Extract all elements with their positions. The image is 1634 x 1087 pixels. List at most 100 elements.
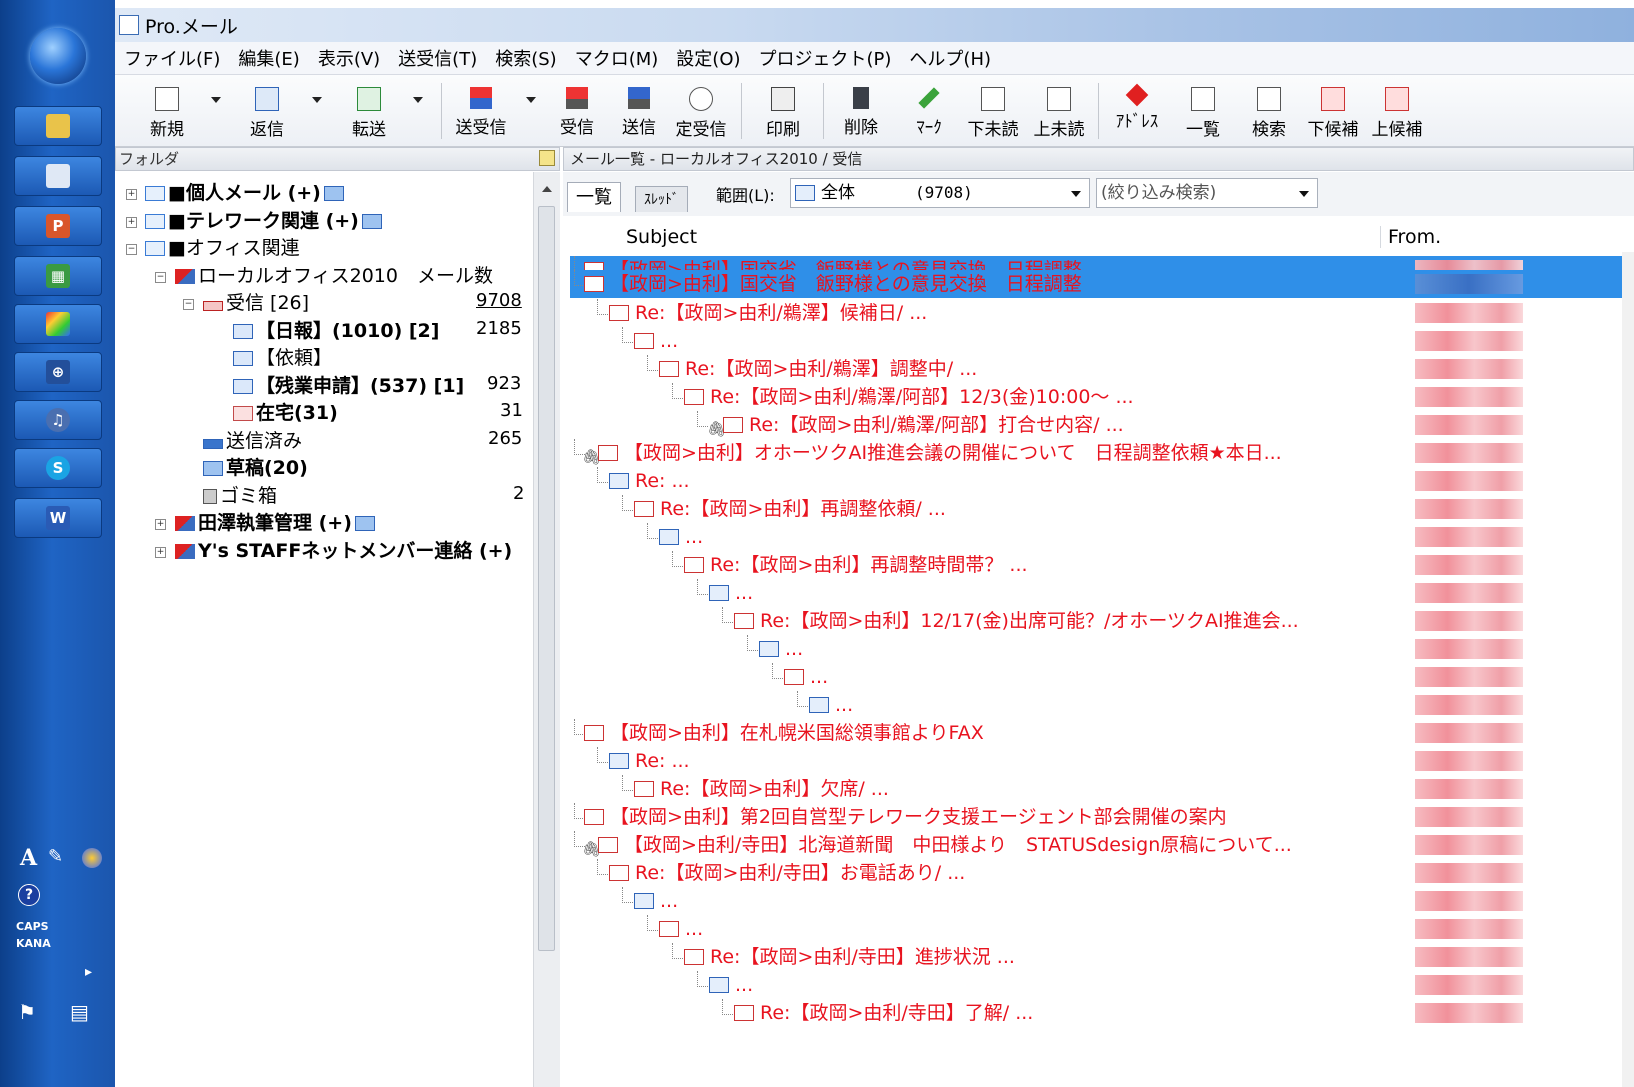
start-orb-icon[interactable] xyxy=(30,28,86,84)
mail-row[interactable]: ... xyxy=(570,327,1634,355)
mail-row[interactable]: 🖇 【政岡>由利】オホーツクAI推進会議の開催について 日程調整依頼★本日... xyxy=(570,439,1634,467)
address-button[interactable]: ｱﾄﾞﾚｽ xyxy=(1107,83,1167,132)
launcher-word-button[interactable]: W xyxy=(14,498,102,538)
mail-row[interactable]: Re:【政岡>由利/鵜澤/阿部】12/3(金)10:00～ ... xyxy=(570,383,1634,411)
mail-row[interactable]: Re:【政岡>由利】再調整時間帯？ ... xyxy=(570,551,1634,579)
next-unread-button[interactable]: 下未読 xyxy=(963,83,1023,140)
list-button[interactable]: 一覧 xyxy=(1173,83,1233,140)
pin-icon[interactable] xyxy=(539,150,555,166)
flag-icon[interactable]: ⚑ xyxy=(18,1000,36,1024)
folder-scrollbar[interactable] xyxy=(533,172,560,1087)
mail-row[interactable]: Re:【政岡>由利/寺田】了解/ ... xyxy=(570,999,1634,1027)
tab-thread[interactable]: ｽﾚｯﾄﾞ xyxy=(635,186,688,212)
prev-unread-button[interactable]: 上未読 xyxy=(1029,83,1089,140)
forward-button[interactable]: 転送 xyxy=(339,83,399,140)
folder-remote[interactable]: 在宅(31) xyxy=(233,400,338,426)
mail-row[interactable]: 【政岡>由利】第2回自営型テレワーク支援エージェント部会開催の案内 xyxy=(570,803,1634,831)
sendrecv-button[interactable]: 送受信 xyxy=(451,83,511,138)
menu-help[interactable]: ヘルプ(H) xyxy=(900,45,1000,71)
app-icon[interactable] xyxy=(119,15,139,35)
send-button[interactable]: 送信 xyxy=(609,83,669,138)
mail-row[interactable]: Re:【政岡>由利】欠席/ ... xyxy=(570,775,1634,803)
range-select[interactable]: 全体 (9708) xyxy=(790,178,1090,208)
mail-row[interactable]: 【政岡>由利】国交省 飯野様との意見交換 日程調整 xyxy=(570,270,1634,298)
mail-row[interactable]: 🖇 【政岡>由利/寺田】北海道新聞 中田様より STATUSdesign原稿につい… xyxy=(570,831,1634,859)
menu-settings[interactable]: 設定(O) xyxy=(667,45,749,71)
folder-ys-staff[interactable]: Y's STAFFネットメンバー連絡 (+) xyxy=(175,538,512,564)
mail-list-scrollbar[interactable] xyxy=(1622,252,1634,1087)
folder-personal-mail[interactable]: ■個人メール (+) xyxy=(145,180,347,206)
folder-local-office-2010[interactable]: ローカルオフィス2010 メール数 xyxy=(175,263,493,289)
ime-icon[interactable] xyxy=(82,848,102,868)
mail-row[interactable]: ... xyxy=(570,971,1634,999)
scroll-up-arrow-icon[interactable] xyxy=(542,186,552,192)
collapse-toggle[interactable]: − xyxy=(155,272,166,283)
font-icon[interactable]: A xyxy=(20,845,37,871)
folder-sent[interactable]: 送信済み xyxy=(203,428,302,454)
filter-search-select[interactable]: (絞り込み検索) xyxy=(1096,178,1318,208)
menu-sendrecv[interactable]: 送受信(T) xyxy=(389,45,486,71)
collapse-toggle[interactable]: − xyxy=(183,299,194,310)
expand-toggle[interactable]: + xyxy=(155,547,166,558)
menu-project[interactable]: プロジェクト(P) xyxy=(750,45,901,71)
launcher-skype-button[interactable]: S xyxy=(14,448,102,488)
folder-overtime-request[interactable]: 【残業申請】(537) [1] xyxy=(233,373,464,399)
column-from[interactable]: From. xyxy=(1388,222,1441,252)
folder-inbox[interactable]: 受信 [26] xyxy=(203,290,309,316)
prev-candidate-button[interactable]: 上候補 xyxy=(1367,83,1427,140)
help-icon[interactable]: ? xyxy=(18,884,40,906)
folder-office[interactable]: ■オフィス関連 xyxy=(145,235,300,261)
mail-row[interactable]: Re:【政岡>由利/鵜澤】調整中/ ... xyxy=(570,355,1634,383)
receive-button[interactable]: 受信 xyxy=(547,83,607,138)
mail-row[interactable]: ... xyxy=(570,579,1634,607)
folder-request[interactable]: 【依頼】 xyxy=(233,345,332,371)
delete-button[interactable]: 削除 xyxy=(831,83,891,138)
mail-row[interactable]: Re:【政岡>由利/鵜澤】候補日/ ... xyxy=(570,299,1634,327)
launcher-explorer-button[interactable] xyxy=(14,106,102,146)
sendrecv-dropdown-arrow[interactable] xyxy=(526,97,536,103)
tab-list[interactable]: 一覧 xyxy=(567,182,621,212)
scheduled-receive-button[interactable]: 定受信 xyxy=(671,83,731,140)
menu-search[interactable]: 検索(S) xyxy=(486,45,565,71)
folder-tazawa-writing[interactable]: 田澤執筆管理 (+) xyxy=(175,510,378,536)
mail-row[interactable]: ... xyxy=(570,663,1634,691)
folder-trash[interactable]: ゴミ箱 xyxy=(203,483,277,509)
new-dropdown-arrow[interactable] xyxy=(211,97,221,103)
launcher-powerpoint-button[interactable]: P xyxy=(14,206,102,246)
launcher-calc-button[interactable]: ▦ xyxy=(14,256,102,296)
menu-file[interactable]: ファイル(F) xyxy=(115,45,229,71)
mark-button[interactable]: ﾏｰｸ xyxy=(899,83,959,138)
menu-macro[interactable]: マクロ(M) xyxy=(566,45,668,71)
mail-row[interactable]: Re: ... xyxy=(570,747,1634,775)
folder-telework[interactable]: ■テレワーク関連 (+) xyxy=(145,208,385,234)
mail-row[interactable]: Re:【政岡>由利】12/17(金)出席可能？/オホーツクAI推進会... xyxy=(570,607,1634,635)
expand-toggle[interactable]: + xyxy=(126,217,137,228)
mail-row[interactable]: Re:【政岡>由利】再調整依頼/ ... xyxy=(570,495,1634,523)
launcher-paint-button[interactable] xyxy=(14,304,102,344)
mail-row[interactable]: Re:【政岡>由利/寺田】お電話あり/ ... xyxy=(570,859,1634,887)
mail-row[interactable]: 🖇 Re:【政岡>由利/鵜澤/阿部】打合せ内容/ ... xyxy=(570,411,1634,439)
launcher-music-button[interactable]: ♫ xyxy=(14,400,102,440)
wrench-icon[interactable]: ✎ xyxy=(48,846,63,867)
reply-button[interactable]: 返信 xyxy=(237,83,297,140)
menu-view[interactable]: 表示(V) xyxy=(309,45,389,71)
mail-row[interactable]: Re: ... xyxy=(570,467,1634,495)
menu-edit[interactable]: 編集(E) xyxy=(229,45,308,71)
mail-row[interactable]: 【政岡>由利】国交省 飯野様との意見交換 日程調整 xyxy=(570,256,1634,270)
mail-row[interactable]: ... xyxy=(570,523,1634,551)
new-button[interactable]: 新規 xyxy=(137,83,197,140)
expand-arrow-icon[interactable]: ▸ xyxy=(85,964,92,980)
mail-row[interactable]: ... xyxy=(570,915,1634,943)
forward-dropdown-arrow[interactable] xyxy=(413,97,423,103)
mail-row[interactable]: ... xyxy=(570,691,1634,719)
collapse-toggle[interactable]: − xyxy=(126,244,137,255)
clipboard-icon[interactable]: ▤ xyxy=(70,1000,89,1024)
mail-row[interactable]: ... xyxy=(570,887,1634,915)
launcher-web-button[interactable]: ⊕ xyxy=(14,352,102,392)
next-candidate-button[interactable]: 下候補 xyxy=(1303,83,1363,140)
search-button[interactable]: 検索 xyxy=(1239,83,1299,140)
scroll-thumb[interactable] xyxy=(538,206,555,951)
mail-row[interactable]: 【政岡>由利】在札幌米国総領事館よりFAX xyxy=(570,719,1634,747)
folder-drafts[interactable]: 草稿(20) xyxy=(203,455,308,481)
expand-toggle[interactable]: + xyxy=(126,189,137,200)
